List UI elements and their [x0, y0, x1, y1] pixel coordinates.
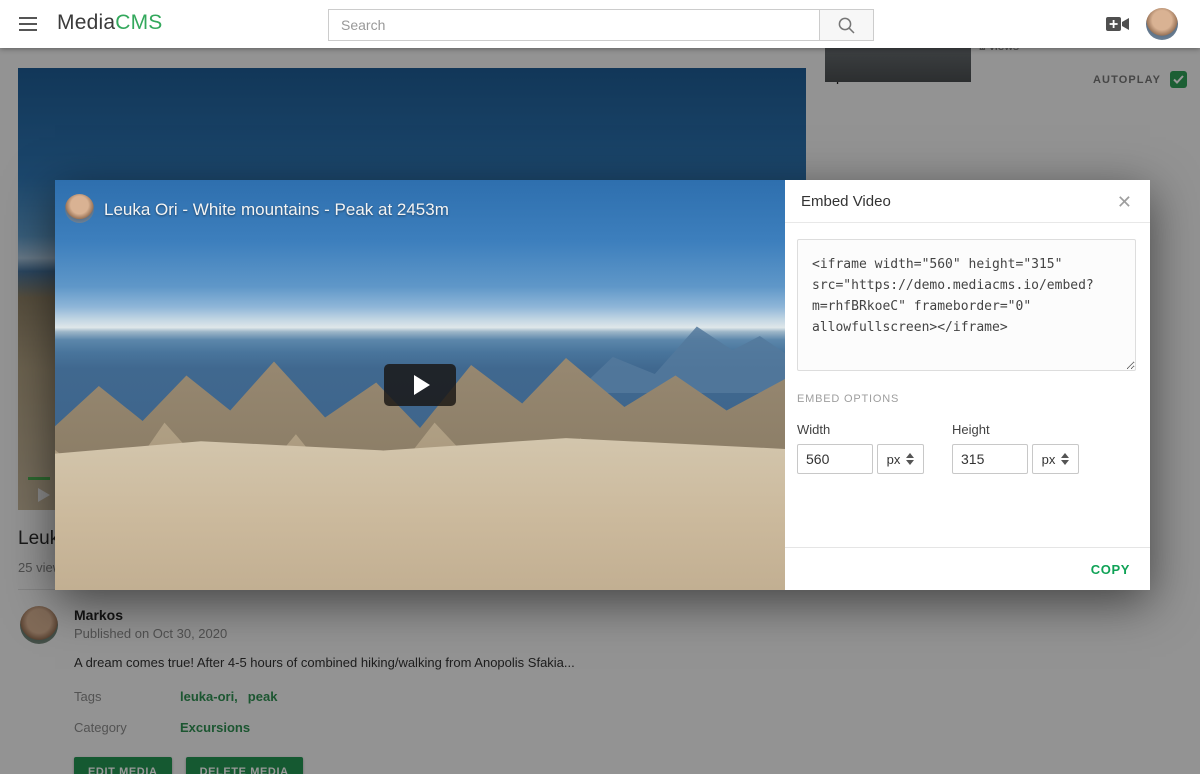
play-icon [414, 375, 430, 395]
width-input[interactable] [797, 444, 873, 474]
upload-media-button[interactable] [1106, 14, 1130, 34]
close-icon[interactable]: ✕ [1113, 190, 1136, 215]
modal-title: Embed Video [801, 193, 891, 210]
app-window: Leuka Ori - White mountains - Peak at 24… [0, 0, 1200, 774]
embed-options-panel: Embed Video ✕ <iframe width="560" height… [785, 180, 1150, 590]
channel-avatar[interactable] [65, 194, 94, 223]
height-input[interactable] [952, 444, 1028, 474]
width-unit-select[interactable]: px [877, 444, 924, 474]
embed-preview-player[interactable]: Leuka Ori - White mountains - Peak at 24… [55, 180, 785, 590]
width-label: Width [797, 422, 924, 437]
embed-video-modal: Leuka Ori - White mountains - Peak at 24… [55, 180, 1150, 590]
menu-icon[interactable] [19, 17, 37, 31]
copy-button[interactable]: COPY [1087, 556, 1134, 583]
search-input[interactable] [328, 9, 820, 41]
height-label: Height [952, 422, 1079, 437]
embed-options-label: EMBED OPTIONS [797, 393, 1136, 405]
play-button[interactable] [384, 364, 456, 406]
preview-foreground [55, 435, 785, 590]
top-bar: MediaCMS [0, 0, 1200, 48]
search-button[interactable] [820, 9, 874, 41]
height-unit-select[interactable]: px [1032, 444, 1079, 474]
search-icon [837, 16, 856, 35]
preview-video-title: Leuka Ori - White mountains - Peak at 24… [104, 200, 449, 220]
brand-logo[interactable]: MediaCMS [57, 11, 162, 35]
user-avatar[interactable] [1146, 8, 1178, 40]
videocam-plus-icon [1106, 14, 1130, 34]
embed-code-textarea[interactable]: <iframe width="560" height="315" src="ht… [797, 239, 1136, 371]
spinner-icon [906, 453, 914, 465]
spinner-icon [1061, 453, 1069, 465]
